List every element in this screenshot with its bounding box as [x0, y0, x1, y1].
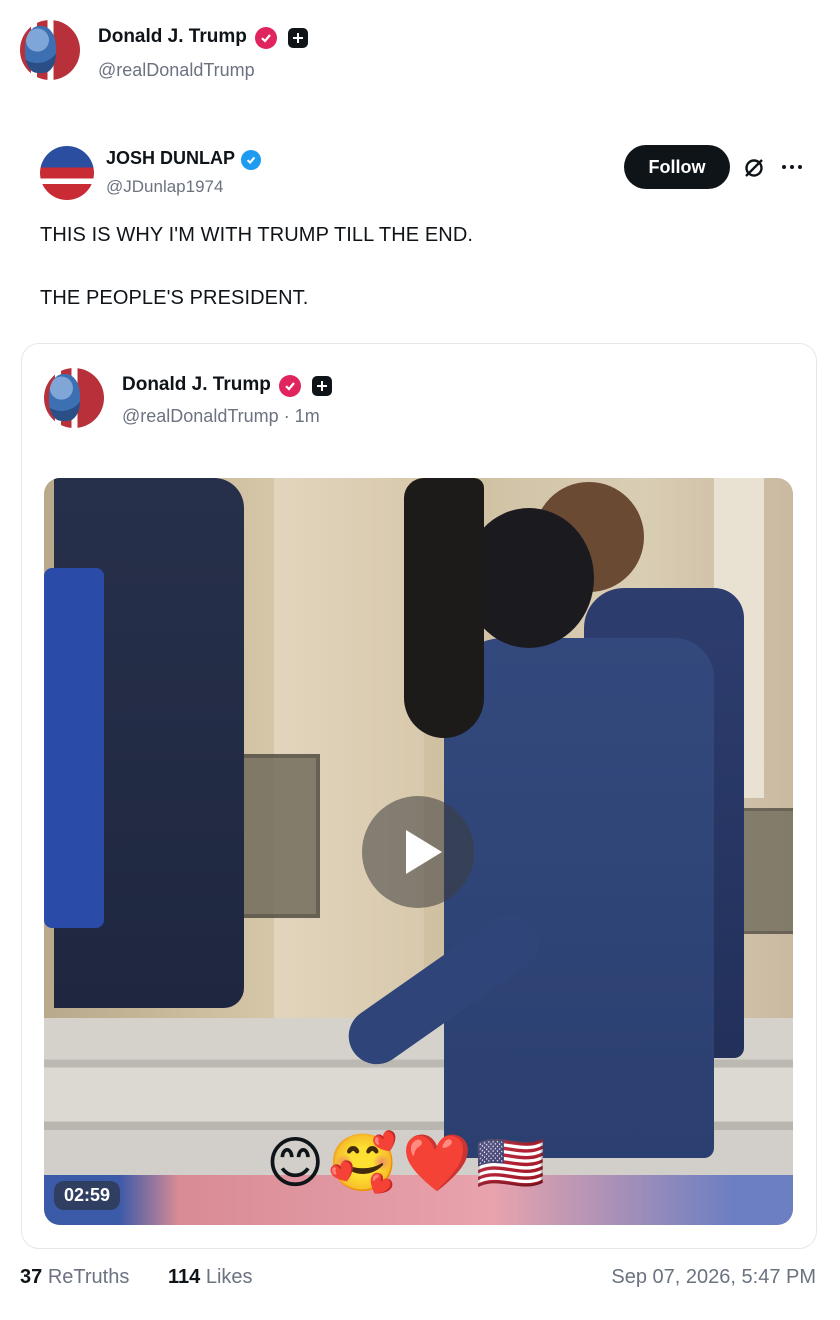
post-line-1: THIS IS WHY I'M WITH TRUMP TILL THE END. — [40, 224, 474, 246]
quoted-time-ago: · 1m — [283, 406, 320, 426]
plus-badge-icon — [287, 27, 308, 48]
video-scene-person-main — [444, 638, 714, 1158]
outer-author-name[interactable]: Donald J. Trump — [98, 26, 247, 47]
quoted-handle-row: @realDonaldTrump · 1m — [122, 406, 320, 427]
retruths-stat[interactable]: 37 ReTruths — [20, 1266, 129, 1289]
video-scene-hair-woman — [404, 478, 484, 738]
mute-icon[interactable] — [742, 156, 766, 180]
follow-button[interactable]: Follow — [624, 145, 730, 189]
plus-badge-icon — [311, 375, 332, 396]
likes-count: 114 — [168, 1266, 201, 1288]
outer-author-handle[interactable]: @realDonaldTrump — [98, 60, 255, 81]
outer-author-name-row: Donald J. Trump — [98, 26, 308, 49]
retruths-count: 37 — [20, 1266, 43, 1288]
avatar-outer[interactable] — [20, 20, 80, 80]
reposter-name-row: JOSH DUNLAP — [106, 148, 262, 170]
quoted-author-handle[interactable]: @realDonaldTrump — [122, 406, 279, 426]
video-player[interactable]: 😊🥰❤️🇺🇸 02:59 — [44, 478, 793, 1225]
avatar-reposter[interactable] — [40, 146, 94, 200]
more-icon[interactable] — [780, 157, 804, 177]
reposter-name[interactable]: JOSH DUNLAP — [106, 148, 235, 168]
verified-blue-icon — [241, 149, 262, 170]
likes-stat[interactable]: 114 Likes — [168, 1266, 253, 1289]
post-line-2: THE PEOPLE'S PRESIDENT. — [40, 287, 309, 309]
video-duration: 02:59 — [54, 1181, 121, 1210]
retruths-label: ReTruths — [47, 1266, 130, 1288]
likes-label: Likes — [205, 1266, 253, 1288]
video-emoji-overlay: 😊🥰❤️🇺🇸 — [266, 1131, 550, 1196]
verified-red-icon — [279, 374, 302, 397]
play-button[interactable] — [362, 796, 474, 908]
quoted-author-name-row: Donald J. Trump — [122, 374, 332, 397]
verified-red-icon — [255, 26, 278, 49]
post-timestamp[interactable]: Sep 07, 2026, 5:47 PM — [611, 1266, 816, 1289]
quoted-author-name[interactable]: Donald J. Trump — [122, 374, 271, 395]
video-scene-person-left-arm — [44, 568, 104, 928]
play-icon — [406, 830, 442, 874]
reposter-handle[interactable]: @JDunlap1974 — [106, 177, 223, 197]
avatar-quoted[interactable] — [44, 368, 104, 428]
